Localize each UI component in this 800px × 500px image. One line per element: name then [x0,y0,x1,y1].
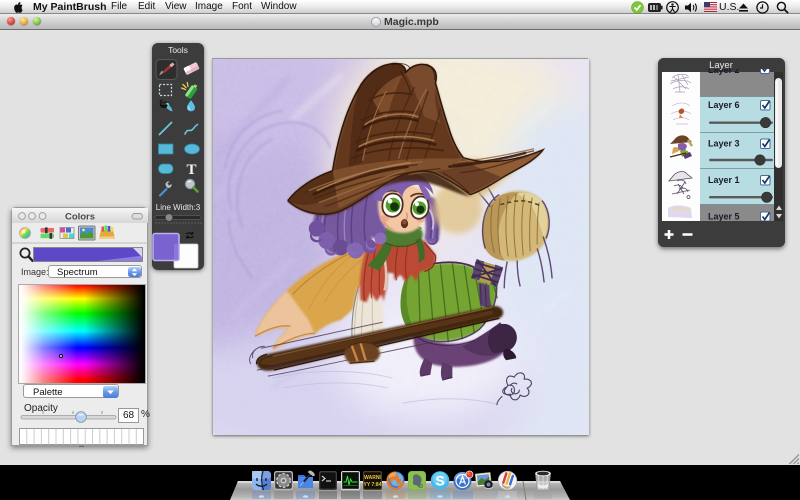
svg-text:Layer 5: Layer 5 [708,212,740,222]
svg-text:Layer 1: Layer 1 [708,175,740,185]
svg-text:Tools: Tools [168,45,188,55]
svg-text:Layer 3: Layer 3 [708,139,740,149]
svg-text:S: S [435,473,444,489]
svg-text:T: T [186,162,196,178]
svg-text:WARNI: WARNI [364,475,381,481]
svg-text:Layer: Layer [709,60,733,71]
svg-text:Line Width:3: Line Width:3 [156,203,201,212]
svg-text:Layer 6: Layer 6 [708,100,740,110]
svg-text:Colors: Colors [65,212,95,223]
svg-text:YY 7:84: YY 7:84 [364,482,382,488]
